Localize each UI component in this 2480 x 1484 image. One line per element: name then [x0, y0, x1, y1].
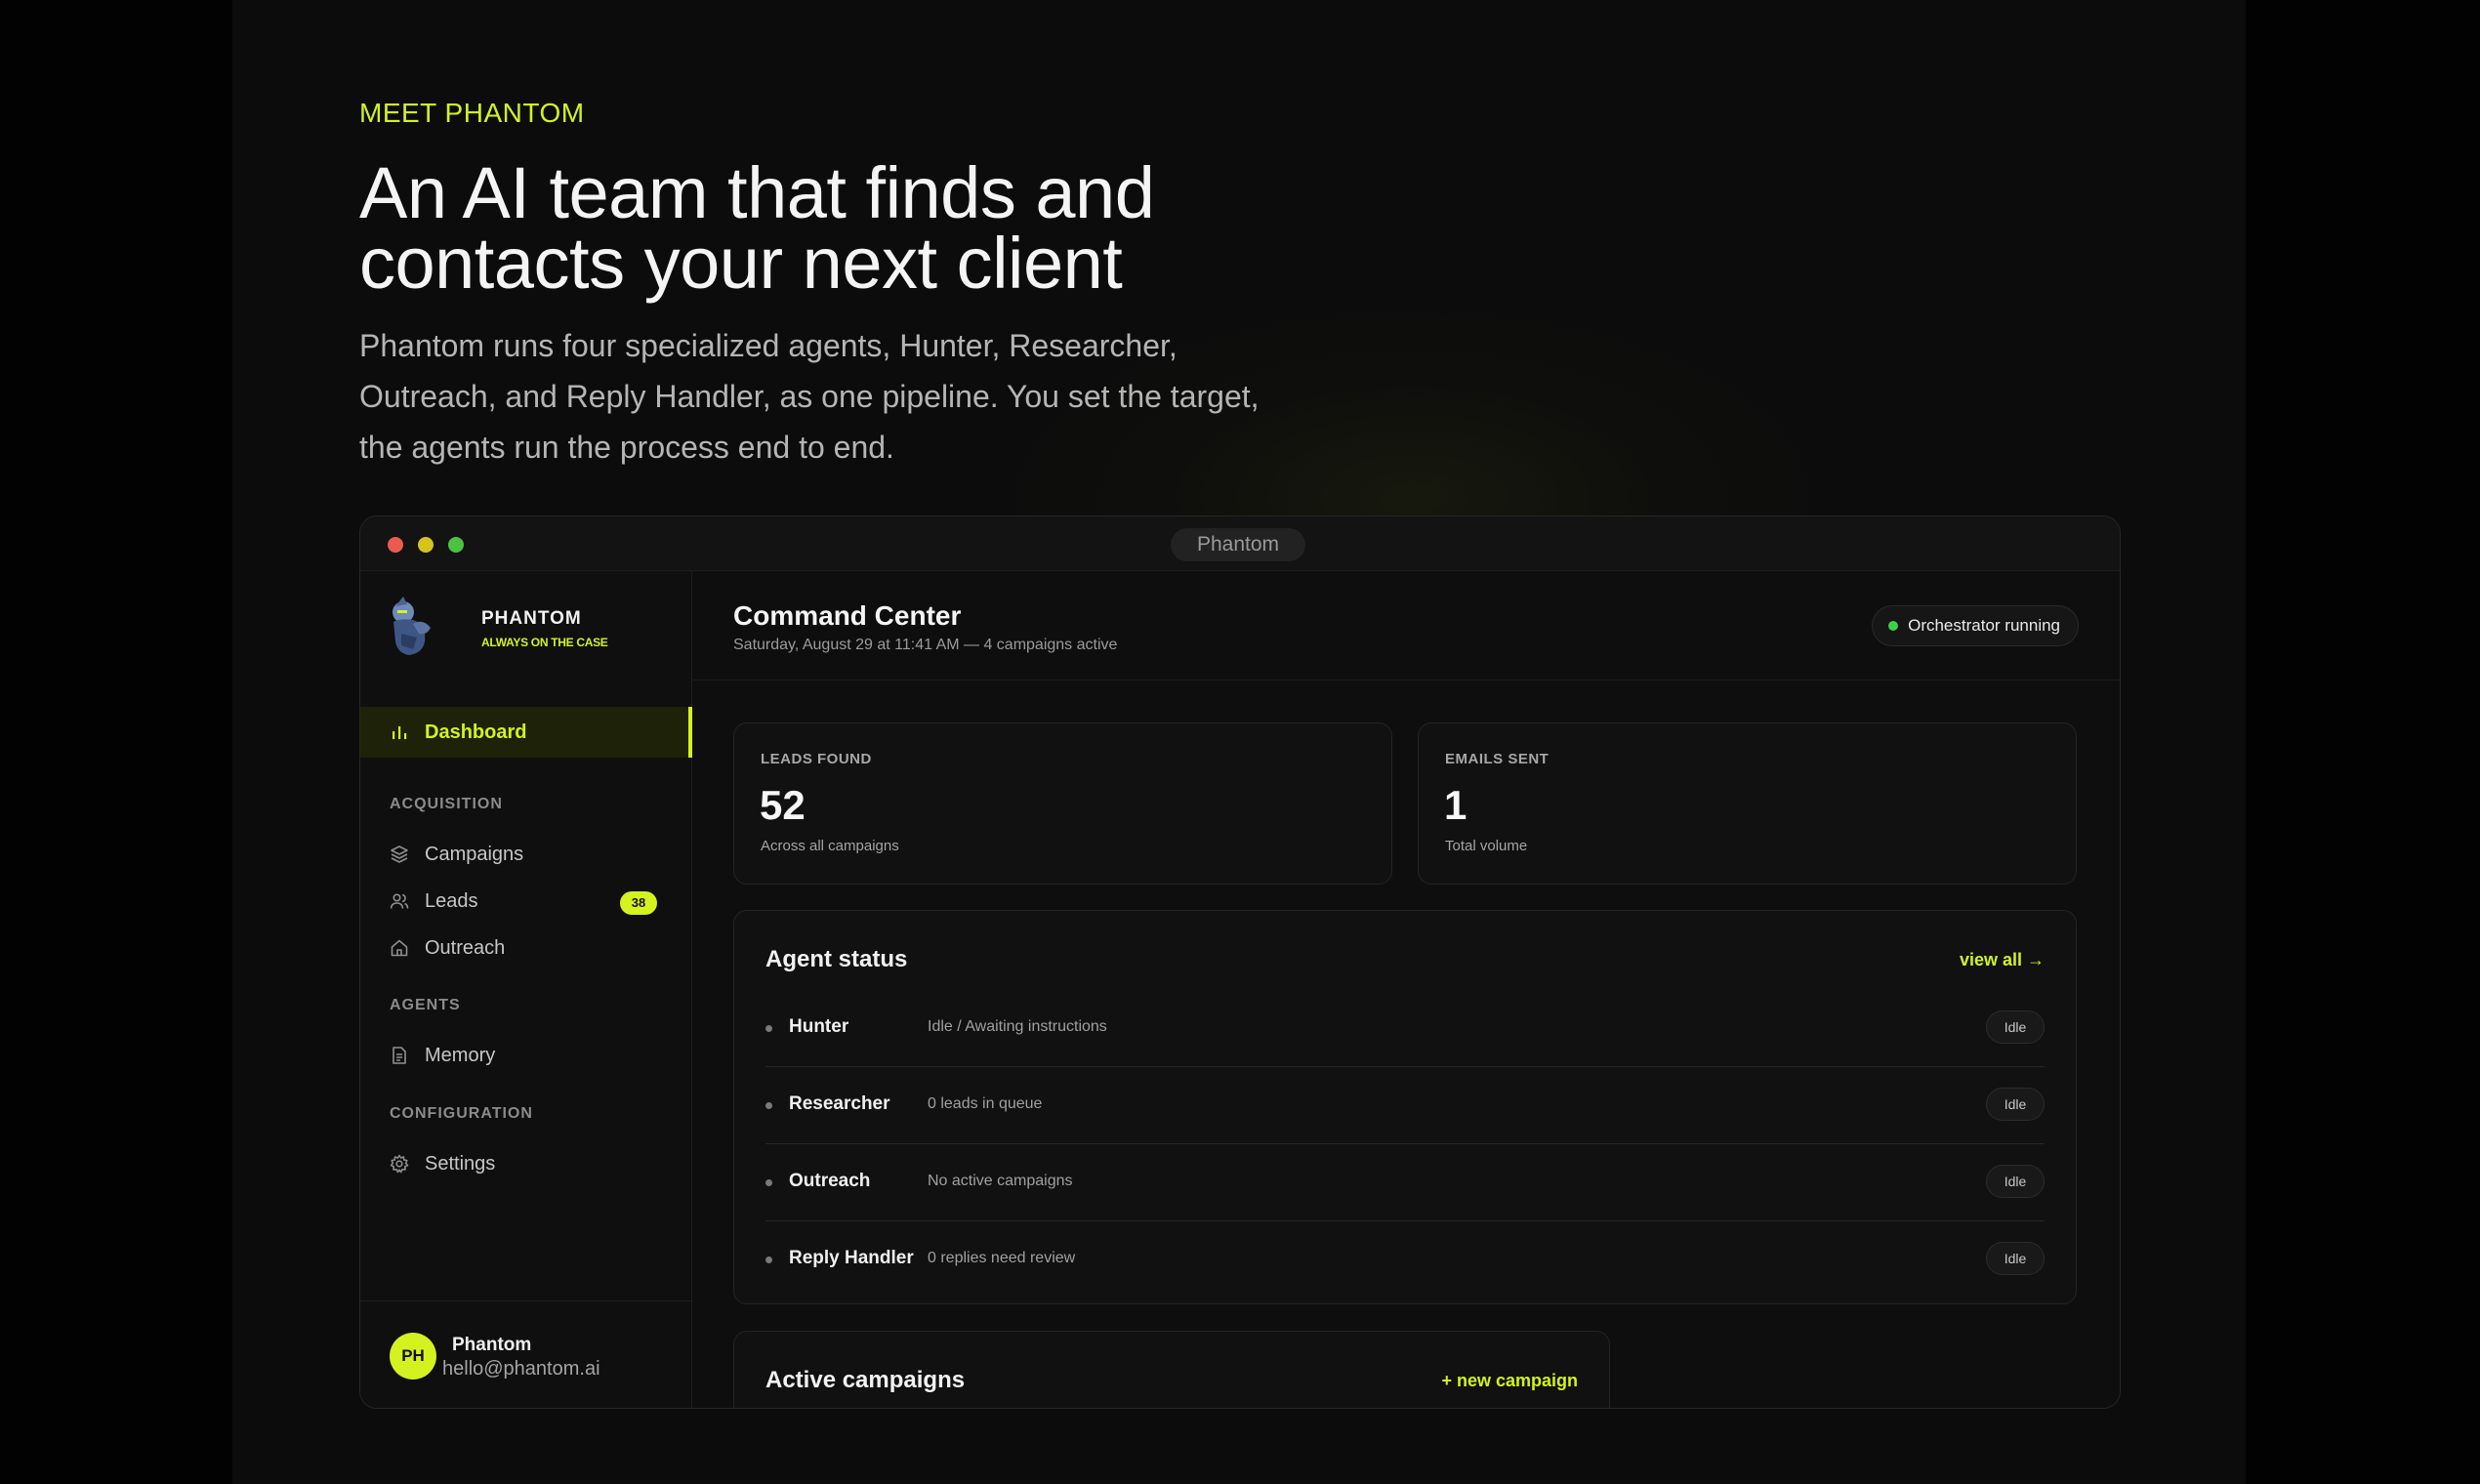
sidebar-item-label: Outreach	[425, 937, 506, 959]
sidebar-item-label: Campaigns	[425, 844, 524, 865]
avatar: PH	[390, 1333, 436, 1380]
sidebar-item-label: Dashboard	[425, 721, 527, 743]
section-heading-agents: AGENTS	[390, 997, 461, 1013]
active-campaigns-card: Active campaigns + new campaign	[733, 1331, 1610, 1408]
sidebar-item-outreach[interactable]: Outreach	[360, 928, 692, 968]
page-subtitle: Saturday, August 29 at 11:41 AM — 4 camp…	[733, 637, 1118, 653]
sidebar-item-leads[interactable]: Leads 38	[360, 882, 692, 921]
agent-state-badge: Idle	[1986, 1242, 2045, 1275]
minimize-window-button[interactable]	[418, 537, 434, 553]
agent-state-badge: Idle	[1986, 1010, 2045, 1044]
app-window: Phantom PHANTOM ALWAYS ON THE CASE Dashb…	[359, 515, 2121, 1409]
layers-icon	[391, 845, 408, 863]
agent-bullet	[765, 1025, 772, 1032]
hero-eyebrow: MEET PHANTOM	[359, 98, 585, 128]
stat-card-emails: EMAILS SENT 1 Total volume	[1418, 722, 2077, 885]
sidebar-item-label: Leads	[425, 890, 478, 912]
active-campaigns-title: Active campaigns	[765, 1367, 966, 1393]
window-title: Phantom	[1171, 528, 1305, 561]
user-email: hello@phantom.ai	[442, 1358, 600, 1380]
new-campaign-button[interactable]: + new campaign	[1441, 1371, 1578, 1391]
sidebar-item-label: Memory	[425, 1045, 496, 1066]
bar-chart-icon	[393, 726, 407, 739]
leads-count-badge: 38	[620, 891, 657, 915]
agent-status-title: Agent status	[765, 946, 908, 972]
stat-value: 1	[1444, 782, 1467, 828]
section-heading-acquisition: ACQUISITION	[390, 796, 503, 812]
user-account[interactable]: PH Phantom hello@phantom.ai	[360, 1300, 692, 1408]
sidebar-item-dashboard[interactable]: Dashboard	[360, 707, 692, 758]
brand-tagline: ALWAYS ON THE CASE	[481, 636, 608, 649]
maximize-window-button[interactable]	[448, 537, 464, 553]
status-badge: Orchestrator running	[1872, 605, 2079, 646]
phantom-logo-icon	[393, 597, 431, 655]
sidebar: PHANTOM ALWAYS ON THE CASE Dashboard ACQ…	[360, 571, 692, 1408]
hero-subtext: Phantom runs four specialized agents, Hu…	[359, 328, 1260, 465]
home-icon	[391, 939, 408, 957]
main-content: Command Center Saturday, August 29 at 11…	[693, 571, 2120, 1408]
agent-description: 0 leads in queue	[928, 1095, 1043, 1112]
sidebar-item-campaigns[interactable]: Campaigns	[360, 835, 692, 874]
agent-bullet	[765, 1179, 772, 1186]
sidebar-item-memory[interactable]: Memory	[360, 1036, 692, 1075]
agent-description: Idle / Awaiting instructions	[928, 1018, 1107, 1035]
close-window-button[interactable]	[388, 537, 403, 553]
page-title: Command Center	[733, 600, 962, 631]
stat-note: Across all campaigns	[761, 838, 899, 854]
stat-label: EMAILS SENT	[1445, 751, 1550, 767]
agent-state-badge: Idle	[1986, 1165, 2045, 1198]
agent-row-outreach[interactable]: Outreach No active campaigns Idle	[765, 1145, 2045, 1221]
status-label: Orchestrator running	[1908, 616, 2060, 635]
hero-headline: An AI team that finds and contacts your …	[359, 152, 1155, 304]
section-heading-configuration: CONFIGURATION	[390, 1105, 533, 1122]
agent-row-researcher[interactable]: Researcher 0 leads in queue Idle	[765, 1068, 2045, 1144]
agent-row-reply-handler[interactable]: Reply Handler 0 replies need review Idle	[765, 1222, 2045, 1298]
main-header: Command Center Saturday, August 29 at 11…	[693, 571, 2120, 680]
page: MEET PHANTOM An AI team that finds and c…	[232, 0, 2246, 1484]
agent-name: Hunter	[789, 1016, 849, 1037]
agent-name: Outreach	[789, 1171, 871, 1191]
status-dot-icon	[1888, 621, 1899, 631]
hero: MEET PHANTOM An AI team that finds and c…	[359, 98, 1531, 473]
agent-state-badge: Idle	[1986, 1088, 2045, 1121]
agent-name: Researcher	[789, 1093, 890, 1114]
stat-card-leads: LEADS FOUND 52 Across all campaigns	[733, 722, 1392, 885]
document-icon	[393, 1047, 406, 1064]
sidebar-item-settings[interactable]: Settings	[360, 1144, 692, 1183]
view-all-link[interactable]: view all →	[1960, 950, 2045, 970]
stat-note: Total volume	[1445, 838, 1528, 854]
agent-bullet	[765, 1102, 772, 1109]
sidebar-item-label: Settings	[425, 1153, 496, 1175]
stat-value: 52	[760, 782, 806, 828]
window-titlebar: Phantom	[360, 516, 2120, 571]
gear-icon	[390, 1154, 409, 1174]
agent-description: 0 replies need review	[928, 1250, 1076, 1266]
agent-description: No active campaigns	[928, 1173, 1073, 1189]
stat-label: LEADS FOUND	[761, 751, 872, 767]
users-icon	[390, 893, 409, 909]
agent-bullet	[765, 1257, 772, 1263]
user-name: Phantom	[452, 1335, 532, 1355]
agent-row-hunter[interactable]: Hunter Idle / Awaiting instructions Idle	[765, 991, 2045, 1067]
brand-name: PHANTOM	[481, 608, 582, 629]
agent-name: Reply Handler	[789, 1248, 914, 1268]
agent-status-card: Agent status view all → Hunter Idle / Aw…	[733, 910, 2077, 1304]
